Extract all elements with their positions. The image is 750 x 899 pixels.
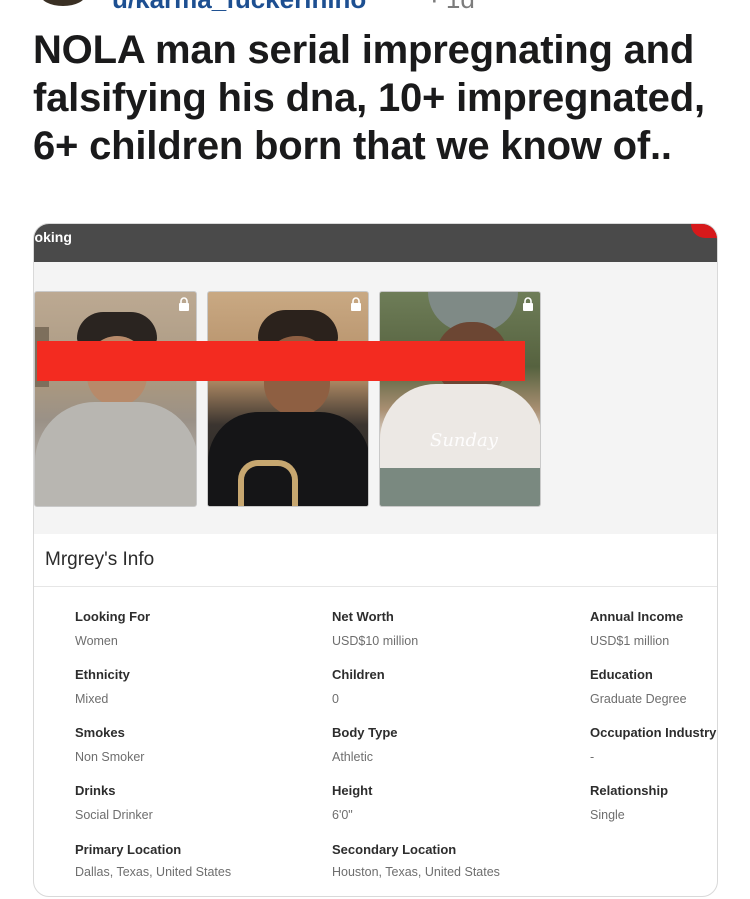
field-label: Annual Income [590, 609, 684, 624]
field-label: Ethnicity [75, 667, 130, 682]
field-annual-income: Annual Income USD$1 million [590, 609, 717, 649]
profile-photo-2[interactable] [207, 291, 369, 507]
field-label: Body Type [332, 725, 398, 740]
field-value: - [590, 750, 595, 764]
field-label: Primary Location [75, 842, 182, 857]
field-label: Smokes [75, 725, 125, 740]
field-value: Athletic [332, 750, 373, 764]
field-label: Looking For [75, 609, 151, 624]
post-meta: u/karma_fuckerinino · 1d [0, 0, 750, 14]
profile-photo-3[interactable]: Sunday [379, 291, 541, 507]
info-title: Mrgrey's Info [45, 549, 155, 570]
field-label: Relationship [590, 783, 669, 798]
field-label: Height [332, 783, 373, 798]
field-education: Education Graduate Degree [590, 667, 717, 707]
field-value: USD$1 million [590, 634, 670, 648]
field-value: Houston, Texas, United States [332, 865, 500, 879]
lock-icon [350, 297, 362, 311]
field-smokes: Smokes Non Smoker [75, 725, 315, 765]
field-value: Dallas, Texas, United States [75, 865, 232, 879]
field-value: Social Drinker [75, 808, 153, 822]
lock-icon [522, 297, 534, 311]
field-value: 0 [332, 692, 339, 706]
field-net-worth: Net Worth USD$10 million [332, 609, 572, 649]
post-title[interactable]: NOLA man serial impregnating and falsify… [33, 26, 733, 170]
username-link[interactable]: u/karma_fuckerinino [112, 0, 366, 15]
photo-overlay-text: Sunday [430, 430, 498, 451]
embedded-screenshot[interactable]: ooking Sunday [33, 223, 718, 897]
field-looking-for: Looking For Women [75, 609, 315, 649]
field-label: Occupation Industry [590, 725, 717, 740]
field-secondary-location: Secondary Location Houston, Texas, Unite… [332, 842, 572, 880]
field-body-type: Body Type Athletic [332, 725, 572, 765]
field-drinks: Drinks Social Drinker [75, 783, 315, 823]
field-height: Height 6'0" [332, 783, 572, 823]
post-age: · 1d [430, 0, 475, 15]
field-label: Drinks [75, 783, 116, 798]
field-value: USD$10 million [332, 634, 419, 648]
field-label: Children [332, 667, 385, 682]
field-label: Secondary Location [332, 842, 457, 857]
header-notification-flag [691, 224, 717, 238]
field-value: Non Smoker [75, 750, 145, 764]
field-value: Graduate Degree [590, 692, 687, 706]
profile-photo-1[interactable] [34, 291, 197, 507]
field-relationship: Relationship Single [590, 783, 717, 823]
avatar[interactable] [40, 0, 86, 6]
info-section-header: Mrgrey's Info [34, 534, 717, 587]
field-value: Single [590, 808, 625, 822]
field-children: Children 0 [332, 667, 572, 707]
field-primary-location: Primary Location Dallas, Texas, United S… [75, 842, 315, 880]
field-ethnicity: Ethnicity Mixed [75, 667, 315, 707]
field-label: Net Worth [332, 609, 394, 624]
field-label: Education [590, 667, 653, 682]
profile-header-bar: ooking [34, 224, 717, 262]
field-value: Women [75, 634, 118, 648]
field-value: Mixed [75, 692, 109, 706]
field-occupation-industry: Occupation Industry - [590, 725, 717, 765]
lock-icon [178, 297, 190, 311]
redaction-bar [37, 341, 525, 381]
field-value: 6'0" [332, 808, 353, 822]
header-label: ooking [34, 229, 72, 245]
photo-gallery: Sunday [34, 262, 717, 534]
